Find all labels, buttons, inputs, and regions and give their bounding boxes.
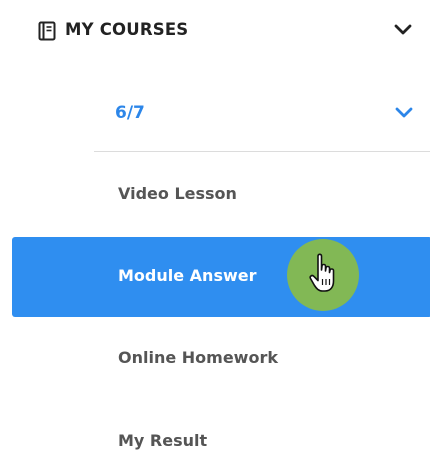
course-group-toggle[interactable]: 6/7 [0, 100, 430, 148]
menu-item-label: My Result [118, 431, 208, 450]
my-courses-title: MY COURSES [65, 20, 189, 39]
divider [94, 151, 430, 152]
menu-item-label: Online Homework [118, 348, 278, 367]
chevron-down-icon[interactable] [394, 23, 412, 37]
chevron-down-icon[interactable] [395, 106, 413, 120]
book-icon [38, 21, 56, 41]
hand-pointer-icon [309, 253, 335, 292]
menu-item-video-lesson[interactable]: Video Lesson [0, 178, 430, 222]
my-courses-header[interactable]: MY COURSES [0, 0, 430, 64]
menu-item-label: Module Answer [118, 266, 257, 285]
menu-item-online-homework[interactable]: Online Homework [0, 342, 430, 386]
menu-item-my-result[interactable]: My Result [0, 425, 430, 469]
menu-item-module-answer[interactable]: Module Answer [12, 237, 430, 317]
course-group-label: 6/7 [115, 103, 145, 123]
menu-item-label: Video Lesson [118, 184, 237, 203]
